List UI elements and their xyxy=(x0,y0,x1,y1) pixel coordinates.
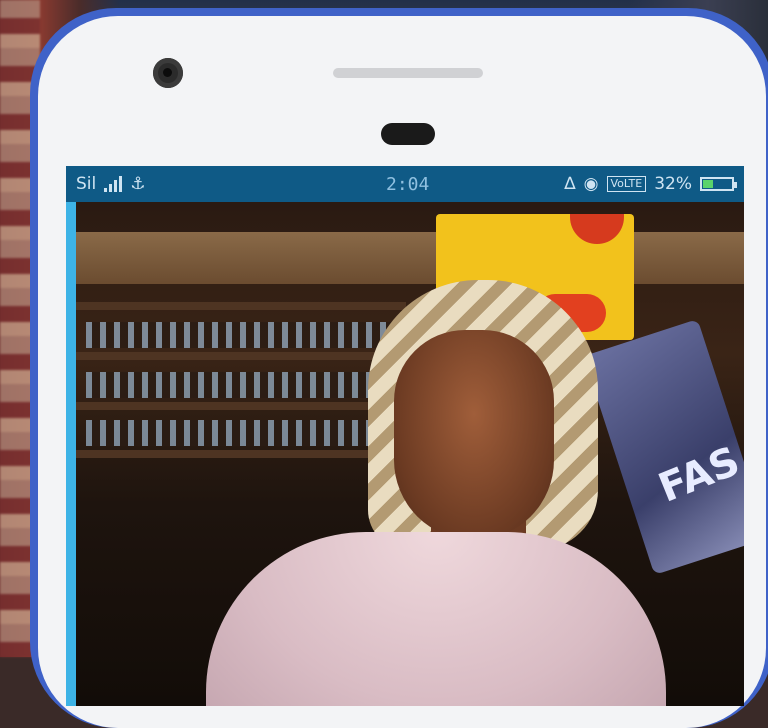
alarm-icon: ∆ xyxy=(564,174,576,194)
volte-badge: VoLTE xyxy=(606,176,647,192)
status-bar[interactable]: Sil ⚓ 2:04 ∆ ◉ VoLTE 32% xyxy=(66,166,744,202)
shelf xyxy=(76,352,406,360)
bottles-row xyxy=(86,420,396,446)
shelf xyxy=(76,302,406,310)
status-bar-left: Sil ⚓ xyxy=(76,174,346,194)
phone-frame: Sil ⚓ 2:04 ∆ ◉ VoLTE 32% FAS xyxy=(30,8,768,728)
bottles-row xyxy=(86,322,396,348)
proximity-sensor xyxy=(381,123,435,145)
status-time: 2:04 xyxy=(386,173,430,195)
signal-icon xyxy=(104,176,123,192)
shelf xyxy=(76,402,406,410)
battery-percent: 32% xyxy=(654,174,692,194)
usb-icon: ⚓ xyxy=(130,174,146,194)
photo-wallpaper: FAS xyxy=(76,202,744,706)
network-label: Sil xyxy=(76,174,97,194)
bottles-row xyxy=(86,372,396,398)
poster-logo xyxy=(570,214,624,244)
blouse xyxy=(206,532,666,706)
status-bar-right: ∆ ◉ VoLTE 32% xyxy=(564,174,737,194)
battery-fill xyxy=(703,180,713,188)
eye-icon: ◉ xyxy=(583,174,599,194)
battery-icon xyxy=(700,177,737,191)
screen-edge-accent xyxy=(66,202,76,706)
phone-screen[interactable]: Sil ⚓ 2:04 ∆ ◉ VoLTE 32% FAS xyxy=(66,166,744,706)
shelf xyxy=(76,450,406,458)
earpiece-speaker xyxy=(333,68,483,78)
wooden-beam xyxy=(76,232,744,284)
phone-face: Sil ⚓ 2:04 ∆ ◉ VoLTE 32% FAS xyxy=(38,16,766,728)
front-camera-icon xyxy=(153,58,183,88)
face xyxy=(394,330,554,540)
